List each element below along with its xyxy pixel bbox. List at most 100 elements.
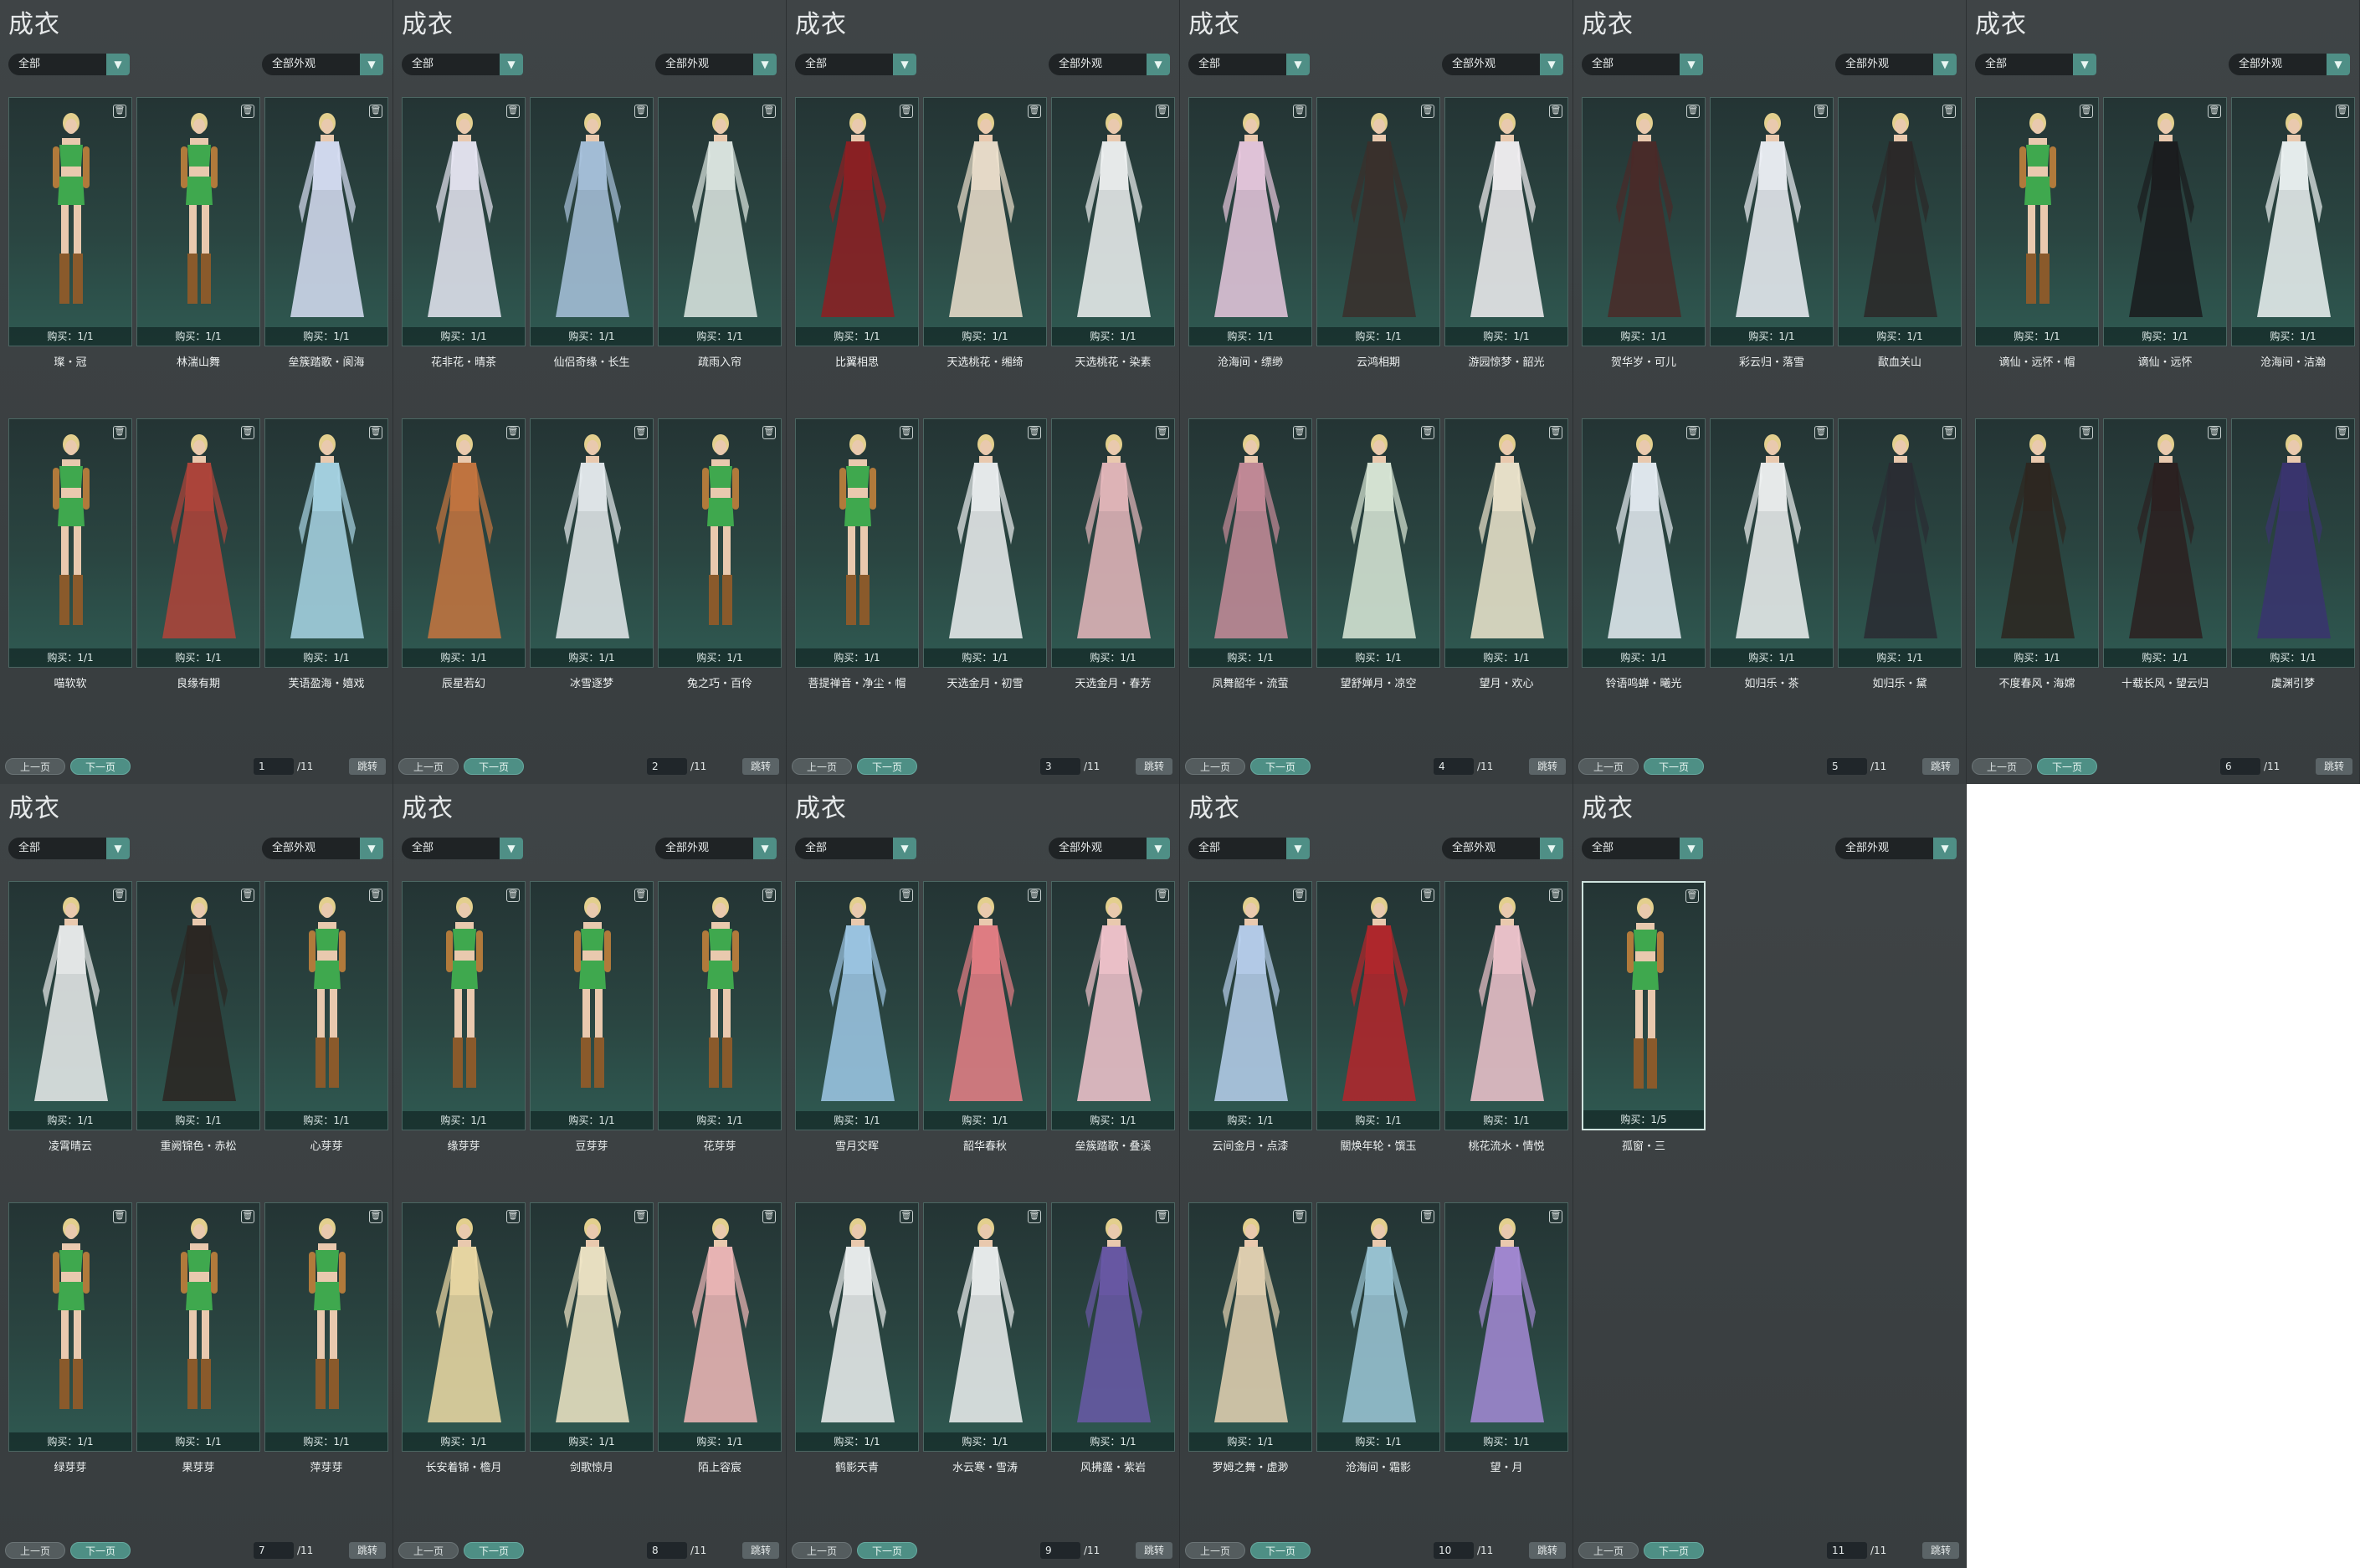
prev-page-button[interactable]: 上一页	[1185, 758, 1245, 775]
prev-page-button[interactable]: 上一页	[1578, 758, 1639, 775]
appearance-dropdown[interactable]: 全部外观 ▼	[1835, 54, 1957, 75]
page-number-input[interactable]: 4	[1434, 758, 1474, 775]
trash-icon[interactable]: 🗑	[900, 1210, 913, 1223]
trash-icon[interactable]: 🗑	[506, 1210, 520, 1223]
chevron-down-icon[interactable]: ▼	[753, 838, 777, 859]
outfit-card[interactable]: 🗑 购买：1/1	[402, 418, 526, 668]
jump-button[interactable]: 跳转	[742, 1542, 779, 1559]
jump-button[interactable]: 跳转	[2316, 758, 2352, 775]
outfit-card[interactable]: 🗑 购买：1/1	[136, 1202, 260, 1452]
trash-icon[interactable]: 🗑	[762, 105, 776, 118]
outfit-card[interactable]: 🗑 购买：1/1	[2231, 97, 2355, 346]
prev-page-button[interactable]: 上一页	[1185, 1542, 1245, 1559]
appearance-dropdown[interactable]: 全部外观 ▼	[655, 838, 777, 859]
jump-button[interactable]: 跳转	[1136, 1542, 1172, 1559]
trash-icon[interactable]: 🗑	[113, 889, 126, 902]
chevron-down-icon[interactable]: ▼	[360, 54, 383, 75]
next-page-button[interactable]: 下一页	[857, 1542, 917, 1559]
trash-icon[interactable]: 🗑	[1549, 426, 1562, 439]
trash-icon[interactable]: 🗑	[1421, 889, 1434, 902]
trash-icon[interactable]: 🗑	[2208, 105, 2221, 118]
chevron-down-icon[interactable]: ▼	[500, 54, 523, 75]
outfit-card[interactable]: 🗑 购买：1/1	[1444, 881, 1568, 1130]
jump-button[interactable]: 跳转	[742, 758, 779, 775]
outfit-card[interactable]: 🗑 购买：1/1	[1444, 1202, 1568, 1452]
trash-icon[interactable]: 🗑	[1421, 426, 1434, 439]
appearance-dropdown[interactable]: 全部外观 ▼	[1049, 54, 1170, 75]
trash-icon[interactable]: 🗑	[369, 1210, 382, 1223]
outfit-card[interactable]: 🗑 购买：1/1	[136, 97, 260, 346]
outfit-card[interactable]: 🗑 购买：1/1	[264, 97, 388, 346]
chevron-down-icon[interactable]: ▼	[1933, 54, 1957, 75]
category-dropdown[interactable]: 全部 ▼	[1188, 54, 1310, 75]
next-page-button[interactable]: 下一页	[857, 758, 917, 775]
appearance-dropdown[interactable]: 全部外观 ▼	[1442, 54, 1563, 75]
trash-icon[interactable]: 🗑	[1549, 105, 1562, 118]
outfit-card[interactable]: 🗑 购买：1/1	[795, 1202, 919, 1452]
outfit-card[interactable]: 🗑 购买：1/1	[8, 881, 132, 1130]
category-dropdown[interactable]: 全部 ▼	[1582, 54, 1703, 75]
trash-icon[interactable]: 🗑	[369, 426, 382, 439]
outfit-card[interactable]: 🗑 购买：1/1	[530, 97, 654, 346]
trash-icon[interactable]: 🗑	[1156, 426, 1169, 439]
outfit-card[interactable]: 🗑 购买：1/1	[8, 1202, 132, 1452]
page-number-input[interactable]: 3	[1040, 758, 1080, 775]
outfit-card[interactable]: 🗑 购买：1/1	[1444, 97, 1568, 346]
next-page-button[interactable]: 下一页	[1644, 1542, 1704, 1559]
prev-page-button[interactable]: 上一页	[398, 1542, 459, 1559]
outfit-card[interactable]: 🗑 购买：1/1	[2103, 418, 2227, 668]
outfit-card[interactable]: 🗑 购买：1/1	[530, 1202, 654, 1452]
trash-icon[interactable]: 🗑	[2080, 105, 2093, 118]
jump-button[interactable]: 跳转	[349, 758, 386, 775]
jump-button[interactable]: 跳转	[1136, 758, 1172, 775]
outfit-card[interactable]: 🗑 购买：1/1	[658, 881, 782, 1130]
jump-button[interactable]: 跳转	[1529, 1542, 1566, 1559]
outfit-card[interactable]: 🗑 购买：1/1	[1444, 418, 1568, 668]
page-number-input[interactable]: 2	[647, 758, 687, 775]
chevron-down-icon[interactable]: ▼	[106, 54, 130, 75]
prev-page-button[interactable]: 上一页	[5, 758, 65, 775]
page-number-input[interactable]: 10	[1434, 1542, 1474, 1559]
chevron-down-icon[interactable]: ▼	[1933, 838, 1957, 859]
chevron-down-icon[interactable]: ▼	[2073, 54, 2096, 75]
trash-icon[interactable]: 🗑	[1549, 889, 1562, 902]
outfit-card[interactable]: 🗑 购买：1/1	[1316, 1202, 1440, 1452]
trash-icon[interactable]: 🗑	[762, 426, 776, 439]
outfit-card[interactable]: 🗑 购买：1/1	[658, 97, 782, 346]
outfit-card[interactable]: 🗑 购买：1/1	[1975, 97, 2099, 346]
outfit-card[interactable]: 🗑 购买：1/1	[923, 1202, 1047, 1452]
trash-icon[interactable]: 🗑	[1814, 426, 1828, 439]
outfit-card[interactable]: 🗑 购买：1/1	[1051, 418, 1175, 668]
jump-button[interactable]: 跳转	[349, 1542, 386, 1559]
appearance-dropdown[interactable]: 全部外观 ▼	[1835, 838, 1957, 859]
category-dropdown[interactable]: 全部 ▼	[402, 54, 523, 75]
outfit-card[interactable]: 🗑 购买：1/1	[2103, 97, 2227, 346]
outfit-card[interactable]: 🗑 购买：1/1	[658, 418, 782, 668]
trash-icon[interactable]: 🗑	[1686, 105, 1700, 118]
outfit-card[interactable]: 🗑 购买：1/1	[1316, 418, 1440, 668]
outfit-card[interactable]: 🗑 购买：1/1	[136, 881, 260, 1130]
trash-icon[interactable]: 🗑	[900, 426, 913, 439]
outfit-card[interactable]: 🗑 购买：1/1	[530, 418, 654, 668]
category-dropdown[interactable]: 全部 ▼	[1582, 838, 1703, 859]
trash-icon[interactable]: 🗑	[1814, 105, 1828, 118]
trash-icon[interactable]: 🗑	[1685, 889, 1699, 903]
outfit-card[interactable]: 🗑 购买：1/1	[530, 881, 654, 1130]
chevron-down-icon[interactable]: ▼	[893, 54, 916, 75]
prev-page-button[interactable]: 上一页	[1578, 1542, 1639, 1559]
outfit-card[interactable]: 🗑 购买：1/1	[923, 418, 1047, 668]
trash-icon[interactable]: 🗑	[2336, 426, 2349, 439]
outfit-card[interactable]: 🗑 购买：1/1	[1582, 418, 1706, 668]
trash-icon[interactable]: 🗑	[2208, 426, 2221, 439]
outfit-card[interactable]: 🗑 购买：1/1	[402, 881, 526, 1130]
outfit-card[interactable]: 🗑 购买：1/1	[1975, 418, 2099, 668]
chevron-down-icon[interactable]: ▼	[1540, 838, 1563, 859]
prev-page-button[interactable]: 上一页	[1972, 758, 2032, 775]
outfit-card[interactable]: 🗑 购买：1/1	[795, 418, 919, 668]
trash-icon[interactable]: 🗑	[1421, 105, 1434, 118]
prev-page-button[interactable]: 上一页	[398, 758, 459, 775]
category-dropdown[interactable]: 全部 ▼	[8, 54, 130, 75]
trash-icon[interactable]: 🗑	[1549, 1210, 1562, 1223]
category-dropdown[interactable]: 全部 ▼	[795, 54, 916, 75]
chevron-down-icon[interactable]: ▼	[753, 54, 777, 75]
